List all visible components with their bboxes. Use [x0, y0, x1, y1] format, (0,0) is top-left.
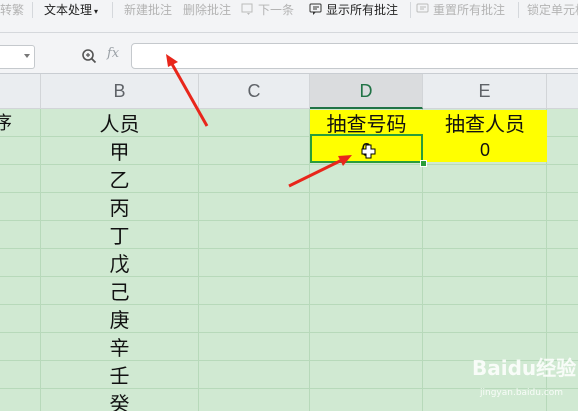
new-comment-button[interactable]: 新建批注 [124, 0, 172, 20]
fill-handle[interactable] [420, 160, 427, 167]
column-header-d[interactable]: D [310, 74, 423, 109]
column-header-f[interactable] [547, 74, 578, 109]
ribbon-toolbar: 转繁 文本处理 ▾ 新建批注 删除批注 下一条 显示所有批注 重置所有批注 锁定单… [0, 0, 578, 33]
column-header-e[interactable]: E [423, 74, 547, 109]
cell-b1[interactable]: 人员 [41, 110, 198, 138]
cell-b8[interactable]: 庚 [41, 306, 198, 334]
cell-b2[interactable]: 甲 [41, 138, 198, 166]
next-icon [241, 3, 253, 15]
toolbar-divider [518, 2, 519, 18]
toolbar-divider [32, 2, 33, 18]
name-box[interactable] [0, 45, 35, 69]
comments-icon [309, 3, 322, 15]
reset-comments-icon [416, 3, 429, 13]
delete-comment-button[interactable]: 删除批注 [183, 0, 231, 20]
column-header-b[interactable]: B [41, 74, 199, 109]
column-header-c[interactable]: C [199, 74, 310, 109]
cell-e1[interactable]: 抽查人员 [423, 110, 547, 136]
baidu-watermark-url: jingyan.baidu.com [480, 388, 564, 398]
cell-b7[interactable]: 己 [41, 278, 198, 306]
zoom-icon[interactable] [81, 48, 97, 64]
toolbar-divider [410, 2, 411, 18]
next-comment-button[interactable]: 下一条 [241, 0, 294, 20]
cell-b5[interactable]: 丁 [41, 222, 198, 250]
lock-cell-button[interactable]: 锁定单元格 [527, 0, 578, 20]
reset-all-comments-button[interactable]: 重置所有批注 [416, 0, 505, 20]
cell-cursor-icon [361, 144, 376, 159]
column-header-a[interactable] [0, 74, 41, 109]
text-processing-menu[interactable]: 文本处理 ▾ [44, 0, 98, 20]
toolbar-divider [112, 2, 113, 18]
convert-traditional-button[interactable]: 转繁 [0, 0, 24, 20]
cell-b4[interactable]: 丙 [41, 194, 198, 222]
fx-label[interactable]: fx [107, 46, 119, 61]
cell-b11[interactable]: 癸 [41, 390, 198, 411]
cell-a1[interactable]: 序 [0, 110, 12, 138]
formula-input[interactable] [131, 43, 578, 69]
cell-b9[interactable]: 辛 [41, 334, 198, 362]
formula-bar: fx [0, 33, 578, 74]
show-all-comments-button[interactable]: 显示所有批注 [309, 0, 398, 20]
gridline [198, 109, 199, 411]
baidu-watermark: Baidu经验 [472, 356, 577, 380]
cell-b10[interactable]: 壬 [41, 362, 198, 390]
chevron-down-icon[interactable] [24, 54, 30, 58]
cell-e2[interactable]: 0 [423, 136, 547, 162]
cell-b3[interactable]: 乙 [41, 166, 198, 194]
cell-b6[interactable]: 戊 [41, 250, 198, 278]
cell-d1[interactable]: 抽查号码 [310, 110, 423, 136]
